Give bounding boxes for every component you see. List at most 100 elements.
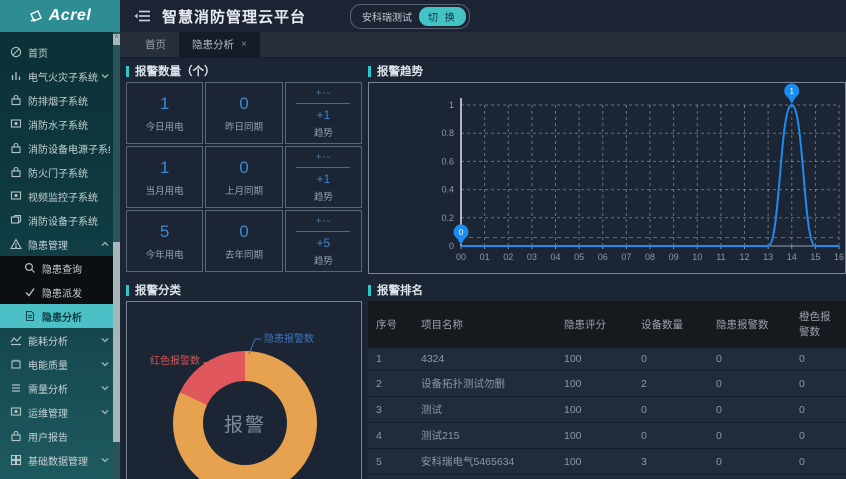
chevron-down-icon [100, 383, 110, 393]
logo-text: Acrel [49, 7, 92, 25]
sidebar-item-smoke-control-subsystem[interactable]: 防排烟子系统 [0, 88, 113, 112]
chevron-down-icon [100, 359, 110, 369]
sidebar-item-demand-analysis[interactable]: 需量分析 [0, 376, 113, 400]
table-cell: 0 [633, 348, 708, 371]
sidebar-scrollbar[interactable]: ^ [113, 32, 120, 479]
card-label: 去年同期 [225, 247, 263, 261]
column-header: 项目名称 [413, 301, 556, 348]
top-header: 智慧消防管理云平台 安科瑞测试 切 换 [120, 0, 846, 32]
sidebar-item-hazard-management[interactable]: 隐患管理 [0, 232, 113, 256]
sidebar-item-label: 视频监控子系统 [28, 189, 110, 204]
table-cell: 安科瑞电气54 [413, 475, 556, 479]
sidebar-item-label: 隐患查询 [42, 261, 110, 276]
sidebar-item-label: 隐患派发 [42, 285, 110, 300]
column-header: 设备数量 [633, 301, 708, 348]
device-icon [10, 214, 22, 226]
table-row: 14324100000 [368, 348, 846, 371]
tab-close-icon[interactable]: × [241, 39, 247, 50]
logo: Acrel [0, 0, 120, 32]
stat-card: 1今日用电 [126, 82, 203, 144]
svg-text:09: 09 [669, 252, 679, 262]
svg-text:11: 11 [716, 252, 725, 262]
scrollbar-up-arrow-icon[interactable]: ^ [113, 34, 120, 45]
sidebar-item-video-surveillance-subsystem[interactable]: 视频监控子系统 [0, 184, 113, 208]
table-cell: 测试215 [413, 423, 556, 449]
table-cell: 5 [368, 449, 413, 475]
sidebar-item-basic-data-management[interactable]: 基础数据管理 [0, 448, 113, 472]
sidebar-item-hazard-dispatch[interactable]: 隐患派发 [0, 280, 113, 304]
tenant-badge: 安科瑞测试 切 换 [350, 4, 470, 29]
table-cell: 3 [633, 449, 708, 475]
sidebar-item-label: 隐患分析 [42, 309, 110, 324]
stat-value: 5 [160, 222, 169, 242]
column-header: 序号 [368, 301, 413, 348]
sidebar-item-power-quality[interactable]: 电能质量 [0, 352, 113, 376]
chevron-down-icon [100, 71, 110, 81]
tab-hazard-analysis[interactable]: 隐患分析× [179, 32, 260, 57]
tab-label: 首页 [145, 37, 166, 52]
table-cell: 0 [708, 449, 791, 475]
table-cell: 0 [708, 348, 791, 371]
table-cell: 100 [556, 475, 633, 479]
stat-value: 0 [239, 222, 248, 242]
sidebar-item-fire-water-subsystem[interactable]: 消防水子系统 [0, 112, 113, 136]
table-cell: 100 [556, 371, 633, 397]
dashboard-icon [10, 46, 22, 58]
sidebar-item-fire-door-subsystem[interactable]: 防火门子系统 [0, 160, 113, 184]
sidebar-item-fire-equipment-power-subsystem[interactable]: 消防设备电源子系统 [0, 136, 113, 160]
sidebar-item-fire-equipment-subsystem[interactable]: 消防设备子系统 [0, 208, 113, 232]
table-cell: 2 [368, 371, 413, 397]
card-label: 趋势 [314, 125, 333, 139]
card-label: 上月同期 [225, 183, 263, 197]
sidebar-item-label: 需量分析 [28, 381, 98, 396]
svg-text:1: 1 [449, 100, 454, 110]
alarm-count-cards: 1今日用电0昨日同期+--+1趋势1当月用电0上月同期+--+1趋势5今年用电0… [126, 82, 362, 272]
sidebar-item-operation-management[interactable]: 运维管理 [0, 400, 113, 424]
search-icon [24, 262, 36, 274]
sidebar-item-energy-analysis[interactable]: 能耗分析 [0, 328, 113, 352]
svg-text:03: 03 [527, 252, 537, 262]
alarm-category-chart: 报警 隐患报警数 红色报警数 [126, 301, 362, 479]
stat-card: 1当月用电 [126, 146, 203, 208]
svg-text:07: 07 [621, 252, 631, 262]
trend-card: +--+1趋势 [285, 82, 362, 144]
svg-text:0: 0 [459, 228, 464, 237]
table-cell: 3 [368, 397, 413, 423]
hazard-alarm-label: 隐患报警数 [264, 332, 314, 345]
sidebar-item-electrical-fire-subsystem[interactable]: 电气火灾子系统 [0, 64, 113, 88]
svg-text:16: 16 [834, 252, 844, 262]
sidebar-item-hazard-query[interactable]: 隐患查询 [0, 256, 113, 280]
alarm-ranking-table: 序号项目名称隐患评分设备数量隐患报警数橙色报警数 143241000002设备拓… [368, 301, 846, 479]
alarm-ranking-table-wrap: 序号项目名称隐患评分设备数量隐患报警数橙色报警数 143241000002设备拓… [368, 301, 846, 479]
donut-center-label: 报警 [224, 410, 266, 437]
scrollbar-thumb[interactable] [113, 242, 120, 442]
svg-text:02: 02 [503, 252, 513, 262]
table-cell: 0 [708, 371, 791, 397]
sidebar-item-label: 能耗分析 [28, 333, 98, 348]
svg-text:0.4: 0.4 [441, 185, 454, 195]
menu-fold-icon[interactable] [134, 9, 150, 23]
svg-text:08: 08 [645, 252, 655, 262]
trend-line-chart: 00.20.40.60.8100010203040506070809101112… [369, 83, 845, 273]
svg-text:13: 13 [763, 252, 773, 262]
sidebar-menu: 首页电气火灾子系统防排烟子系统消防水子系统消防设备电源子系统防火门子系统视频监控… [0, 32, 113, 472]
sidebar-item-label: 消防设备电源子系统 [28, 141, 110, 156]
sidebar-item-hazard-analysis[interactable]: 隐患分析 [0, 304, 113, 328]
trend-value: +5 [316, 236, 330, 250]
table-row: 2设备拓扑测试勿删100200 [368, 371, 846, 397]
battery-icon [10, 358, 22, 370]
table-cell: 0 [708, 475, 791, 479]
sidebar-item-user-report[interactable]: 用户报告 [0, 424, 113, 448]
sidebar-item-home[interactable]: 首页 [0, 40, 113, 64]
app-window: Acrel 首页电气火灾子系统防排烟子系统消防水子系统消防设备电源子系统防火门子… [0, 0, 846, 479]
tab-bar: 首页隐患分析× [120, 32, 846, 58]
lock-icon [10, 94, 22, 106]
stat-card: 0上月同期 [205, 146, 282, 208]
tab-home[interactable]: 首页 [132, 32, 179, 57]
switch-tenant-button[interactable]: 切 换 [419, 7, 466, 26]
svg-text:04: 04 [550, 252, 560, 262]
column-header: 隐患报警数 [708, 301, 791, 348]
list-icon [10, 382, 22, 394]
energy-icon [10, 334, 22, 346]
alarm-ranking-title: 报警排名 [368, 282, 846, 298]
